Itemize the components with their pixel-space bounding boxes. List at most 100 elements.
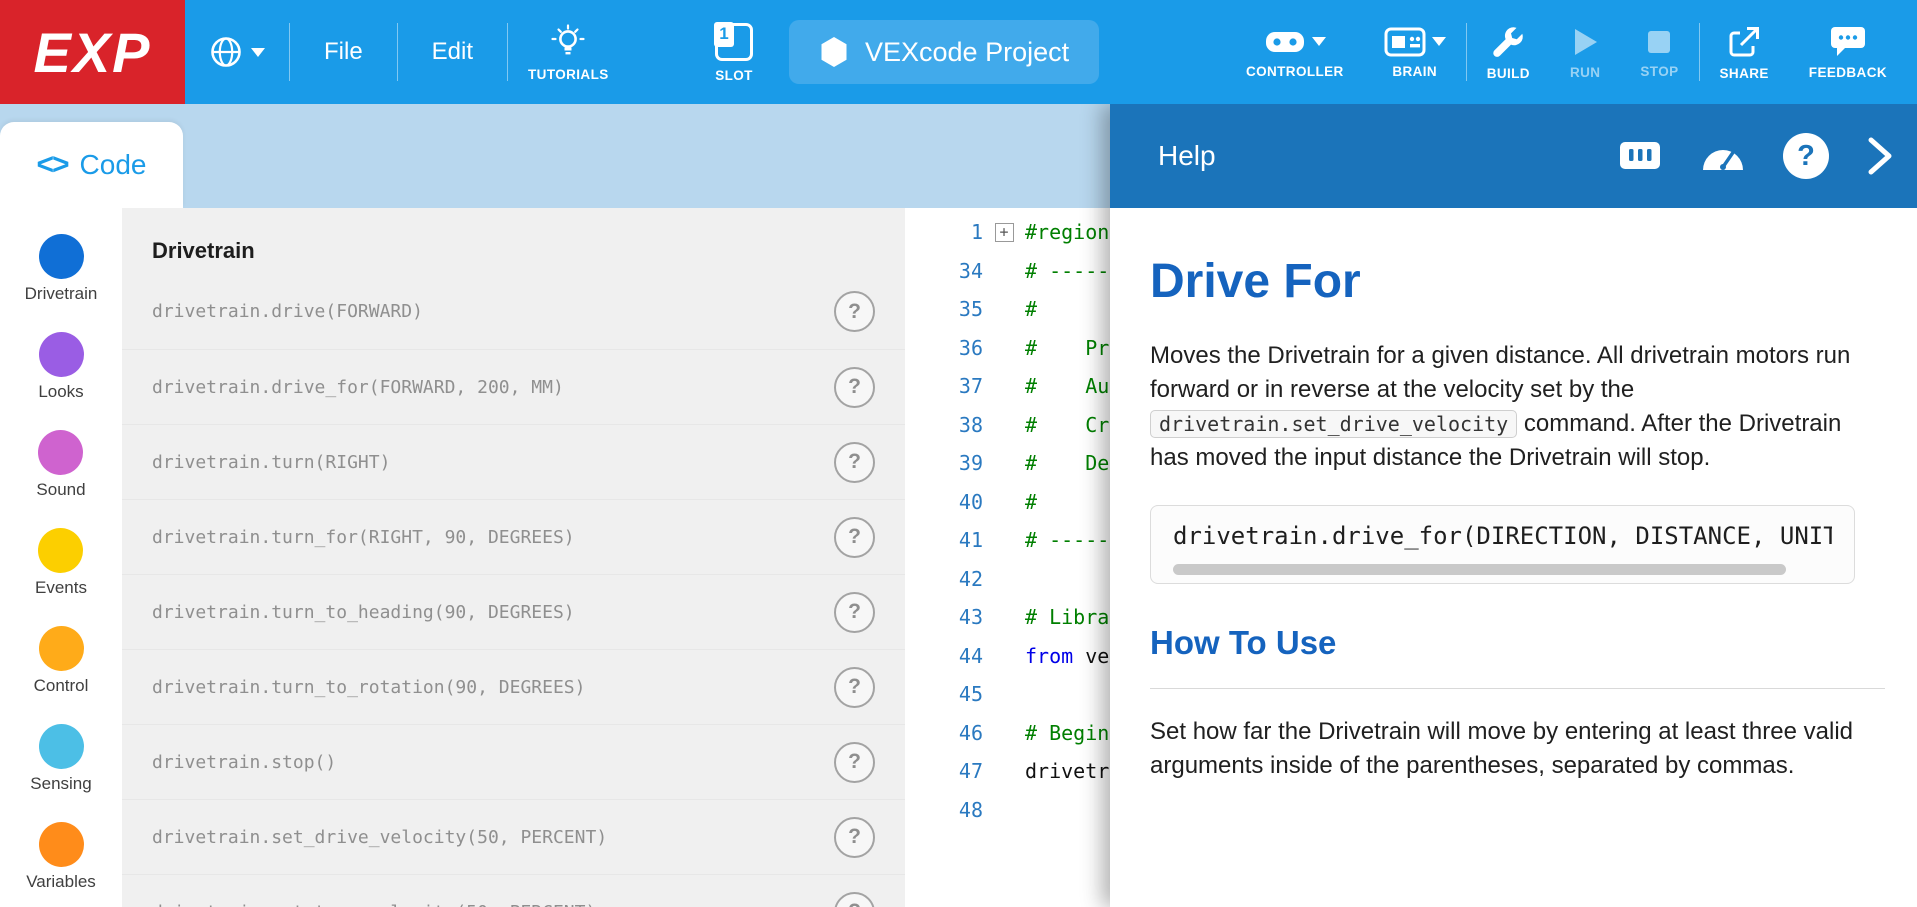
command-text: drivetrain.drive_for(FORWARD, 200, MM) (152, 377, 834, 398)
chevron-down-icon (1432, 37, 1446, 46)
command-row[interactable]: drivetrain.turn_to_rotation(90, DEGREES)… (122, 649, 905, 724)
run-button[interactable]: RUN (1550, 16, 1620, 89)
section-divider (1150, 688, 1885, 689)
feedback-button[interactable]: FEEDBACK (1789, 15, 1907, 89)
tutorials-button[interactable]: TUTORIALS (508, 14, 629, 91)
brain-device-button[interactable] (1617, 136, 1663, 176)
category-sound[interactable]: Sound (36, 430, 85, 500)
slot-label: SLOT (715, 68, 753, 83)
command-text: drivetrain.turn_to_rotation(90, DEGREES) (152, 677, 834, 698)
command-text: drivetrain.drive(FORWARD) (152, 301, 834, 322)
command-row[interactable]: drivetrain.turn(RIGHT)? (122, 424, 905, 499)
horizontal-scrollbar[interactable] (1173, 564, 1786, 575)
command-row[interactable]: drivetrain.drive(FORWARD)? (122, 274, 905, 349)
category-color-dot (39, 626, 84, 671)
command-help-button[interactable]: ? (834, 291, 875, 332)
command-help-button[interactable]: ? (834, 442, 875, 483)
command-row[interactable]: drivetrain.set_drive_velocity(50, PERCEN… (122, 799, 905, 874)
help-toggle-button[interactable]: ? (1783, 133, 1829, 179)
brain-icon (1384, 27, 1426, 57)
build-button[interactable]: BUILD (1467, 15, 1550, 90)
globe-icon (209, 35, 243, 69)
line-number: 47 (905, 759, 983, 783)
help-panel: Help ? (1110, 104, 1917, 907)
command-help-button[interactable]: ? (834, 892, 875, 907)
inline-command-chip: drivetrain.set_drive_velocity (1150, 410, 1517, 438)
command-text: drivetrain.stop() (152, 752, 834, 773)
command-help-button[interactable]: ? (834, 742, 875, 783)
line-number: 44 (905, 644, 983, 668)
slot-button[interactable]: 1 SLOT (695, 13, 773, 92)
slot-icon: 1 (715, 23, 753, 61)
tutorials-label: TUTORIALS (528, 67, 609, 82)
line-number: 38 (905, 413, 983, 437)
line-number: 48 (905, 798, 983, 822)
code-text: # (1025, 490, 1049, 514)
tab-code[interactable]: <> Code (0, 122, 183, 208)
fold-expand-icon[interactable]: + (995, 223, 1014, 242)
command-row[interactable]: drivetrain.turn_to_heading(90, DEGREES)? (122, 574, 905, 649)
project-title-button[interactable]: VEXcode Project (789, 20, 1099, 84)
device-port-icon (1617, 136, 1663, 176)
run-label: RUN (1570, 65, 1600, 80)
how-to-use-paragraph: Set how far the Drivetrain will move by … (1150, 715, 1885, 783)
category-control[interactable]: Control (34, 626, 89, 696)
command-help-button[interactable]: ? (834, 817, 875, 858)
command-syntax-text: drivetrain.drive_for(DIRECTION, DISTANCE… (1173, 522, 1832, 550)
language-menu-button[interactable] (185, 35, 289, 69)
category-label: Events (35, 578, 87, 598)
category-sensing[interactable]: Sensing (30, 724, 91, 794)
controller-button[interactable]: CONTROLLER (1226, 17, 1364, 88)
help-article-title: Drive For (1150, 254, 1877, 309)
category-color-dot (38, 430, 83, 475)
line-number: 39 (905, 451, 983, 475)
topbar-center: 1 SLOT VEXcode Project (695, 0, 1099, 104)
stop-button[interactable]: STOP (1620, 17, 1698, 88)
slot-number: 1 (714, 22, 734, 47)
stop-label: STOP (1640, 64, 1678, 79)
share-button[interactable]: SHARE (1700, 15, 1789, 90)
help-panel-header: Help ? (1110, 104, 1917, 208)
command-row[interactable]: drivetrain.drive_for(FORWARD, 200, MM)? (122, 349, 905, 424)
category-color-dot (39, 822, 84, 867)
vex-exp-logo[interactable]: EXP (0, 0, 185, 104)
edit-menu[interactable]: Edit (398, 0, 507, 104)
category-color-dot (39, 332, 84, 377)
brain-button[interactable]: BRAIN (1364, 17, 1466, 88)
topbar-right: CONTROLLER BRAIN BUILD (1226, 0, 1917, 104)
intro-text-before: Moves the Drivetrain for a given distanc… (1150, 342, 1850, 403)
command-row[interactable]: drivetrain.set_turn_velocity(50, PERCENT… (122, 874, 905, 907)
category-label: Sensing (30, 774, 91, 794)
command-help-button[interactable]: ? (834, 592, 875, 633)
command-help-button[interactable]: ? (834, 367, 875, 408)
share-label: SHARE (1720, 66, 1769, 81)
category-label: Control (34, 676, 89, 696)
category-variables[interactable]: Variables (26, 822, 96, 892)
play-icon (1570, 26, 1600, 58)
line-number: 40 (905, 490, 983, 514)
category-events[interactable]: Events (35, 528, 87, 598)
topbar-left: File Edit TUTORIALS (185, 0, 629, 104)
category-drivetrain[interactable]: Drivetrain (25, 234, 98, 304)
command-help-button[interactable]: ? (834, 517, 875, 558)
chevron-down-icon (1312, 37, 1326, 46)
line-number: 46 (905, 721, 983, 745)
category-looks[interactable]: Looks (38, 332, 83, 402)
line-number: 37 (905, 374, 983, 398)
gauge-icon (1699, 136, 1747, 176)
category-list: Drivetrain Looks Sound Events Control Sensing… (0, 208, 122, 907)
dashboard-button[interactable] (1699, 136, 1747, 176)
category-label: Variables (26, 872, 96, 892)
file-menu[interactable]: File (290, 0, 397, 104)
chevron-down-icon (251, 48, 265, 57)
share-icon (1727, 25, 1761, 59)
command-row[interactable]: drivetrain.stop()? (122, 724, 905, 799)
command-help-button[interactable]: ? (834, 667, 875, 708)
wrench-icon (1491, 25, 1525, 59)
line-number: 34 (905, 259, 983, 283)
command-row[interactable]: drivetrain.turn_for(RIGHT, 90, DEGREES)? (122, 499, 905, 574)
category-color-dot (38, 528, 83, 573)
close-help-button[interactable] (1865, 134, 1895, 178)
category-color-dot (39, 724, 84, 769)
category-label: Drivetrain (25, 284, 98, 304)
